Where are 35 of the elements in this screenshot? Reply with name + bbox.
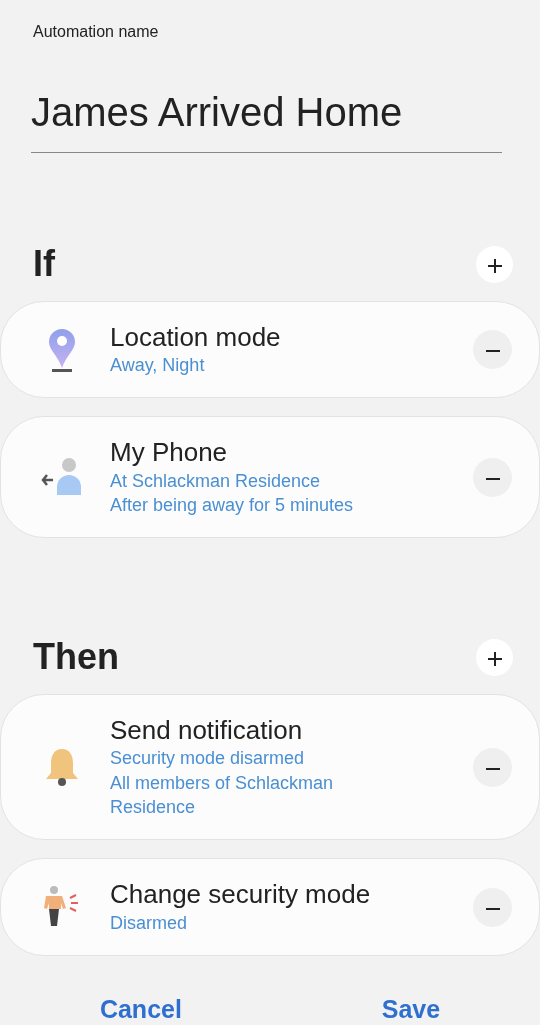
item-title: Send notification (110, 715, 304, 747)
minus-icon (485, 477, 500, 482)
bell-icon (45, 747, 79, 788)
condition-card[interactable]: Send notification Security mode disarmed All members of Schlackman Residence (0, 694, 540, 841)
remove-button[interactable] (473, 330, 512, 370)
field-label: Automation name (32, 22, 160, 42)
remove-button[interactable] (473, 747, 512, 787)
item-detail: After being away for 5 minutes (110, 493, 355, 517)
location-pin-icon (47, 326, 77, 373)
condition-card[interactable]: Location mode Away, Night (0, 301, 540, 399)
add-button[interactable] (476, 638, 513, 676)
condition-card[interactable]: Change security mode Disarmed (0, 858, 540, 956)
person-arrow-icon (41, 457, 83, 498)
add-button[interactable] (476, 245, 513, 283)
item-title: Change security mode (110, 879, 372, 911)
item-title: My Phone (110, 437, 229, 469)
plus-icon (487, 652, 502, 667)
name-field[interactable]: James Arrived Home (31, 82, 502, 153)
item-detail: Security mode disarmed (110, 747, 306, 771)
minus-icon (485, 349, 500, 354)
section-heading: Then (33, 635, 119, 680)
save-button[interactable]: Save (375, 989, 447, 1025)
item-detail: Away, Night (110, 354, 206, 378)
remove-button[interactable] (473, 887, 512, 927)
item-detail: All members of Schlackman Residence (110, 771, 335, 820)
remove-button[interactable] (473, 457, 512, 497)
plus-icon (487, 259, 502, 274)
minus-icon (485, 766, 500, 771)
item-detail: Disarmed (110, 911, 189, 935)
item-detail: At Schlackman Residence (110, 469, 322, 493)
section-heading: If (33, 242, 55, 286)
minus-icon (485, 906, 500, 911)
item-title: Location mode (110, 322, 282, 354)
condition-card[interactable]: My Phone At Schlackman Residence After being away for 5 minutes (0, 416, 540, 539)
cancel-button[interactable]: Cancel (93, 989, 188, 1025)
